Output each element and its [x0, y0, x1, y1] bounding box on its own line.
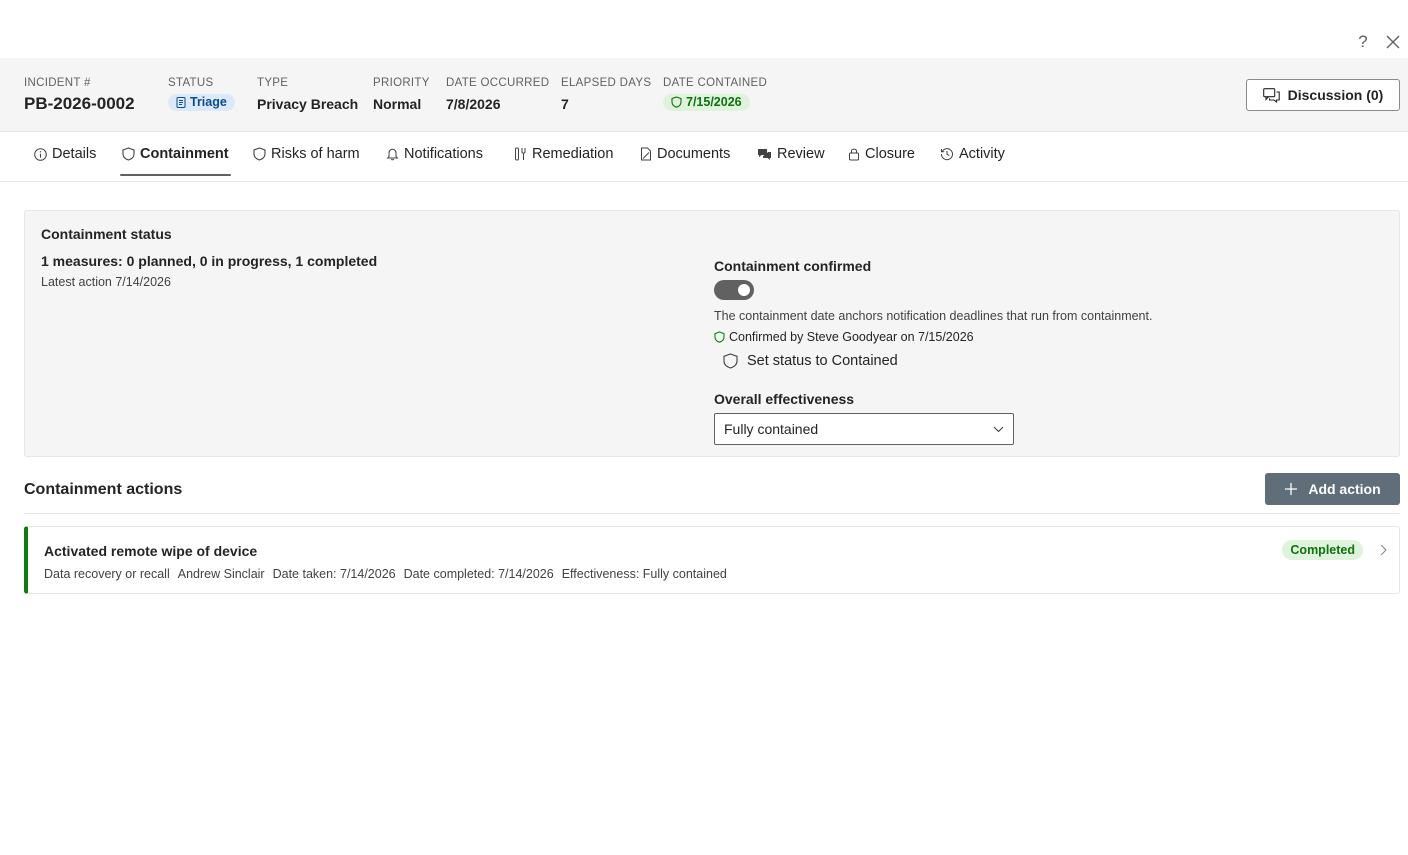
document-icon [641, 147, 651, 161]
tab-risks-of-harm[interactable]: Risks of harm [253, 132, 360, 176]
action-title: Activated remote wipe of device [44, 543, 258, 559]
date-contained-badge: 7/15/2026 [663, 94, 750, 111]
type-value: Privacy Breach [257, 96, 359, 112]
type-label: Type [257, 77, 289, 89]
tab-label: Containment [140, 146, 229, 162]
elapsed-days-value: 7 [561, 96, 569, 112]
overall-effectiveness-value: Fully contained [724, 421, 819, 437]
containment-status-card: Containment status 1 measures: 0 planned… [24, 210, 1400, 457]
status-label: Status [168, 77, 214, 89]
bell-icon [386, 148, 399, 161]
action-owner: Andrew Sinclair [177, 567, 265, 581]
incident-number-field: Incident # PB-2026-0002 [24, 76, 135, 113]
date-occurred-value: 7/8/2026 [446, 96, 501, 112]
incident-number-value: PB-2026-0002 [24, 94, 135, 113]
history-icon [940, 148, 953, 161]
chevron-right-icon[interactable] [1380, 543, 1387, 561]
latest-action-text: Latest action 7/14/2026 [41, 275, 171, 289]
shield-icon [253, 147, 266, 161]
incident-header: Incident # PB-2026-0002 Status Triage Ty… [0, 58, 1408, 132]
status-value: Triage [190, 95, 227, 109]
shield-icon [671, 96, 682, 108]
clipboard-icon [176, 97, 186, 108]
tab-review[interactable]: Review [757, 132, 825, 176]
containment-confirmed-toggle[interactable] [714, 280, 754, 300]
dialog-topbar: ? [0, 0, 1408, 58]
containment-date-note: The containment date anchors notificatio… [714, 309, 1153, 323]
overall-effectiveness-label: Overall effectiveness [714, 391, 855, 407]
add-action-button[interactable]: Add action [1265, 473, 1400, 505]
toggle-knob [738, 284, 750, 296]
tab-label: Closure [865, 146, 915, 162]
shield-icon [723, 353, 738, 369]
priority-value: Normal [373, 96, 422, 112]
help-icon[interactable]: ? [1353, 32, 1373, 52]
lock-icon [849, 148, 859, 161]
tab-closure[interactable]: Closure [848, 132, 915, 176]
shield-icon [122, 147, 135, 161]
tab-label: Details [52, 146, 97, 162]
containment-actions-title: Containment actions [24, 481, 183, 498]
set-status-label: Set status to Contained [747, 353, 898, 369]
confirmed-by-label: Confirmed by Steve Goodyear on 7/15/2026 [729, 330, 974, 344]
containment-action-row[interactable]: Activated remote wipe of device Data rec… [24, 526, 1400, 594]
chat-icon [1262, 87, 1280, 103]
tab-label: Risks of harm [271, 146, 360, 162]
tab-details[interactable]: Details [34, 132, 96, 176]
date-occurred-field: Date occurred 7/8/2026 [446, 76, 549, 113]
elapsed-days-label: Elapsed days [561, 77, 652, 89]
plus-icon [1285, 483, 1298, 495]
action-date-taken: Date taken: 7/14/2026 [272, 567, 396, 581]
tab-label: Activity [959, 146, 1005, 162]
set-status-contained-button[interactable]: Set status to Contained [723, 353, 898, 369]
action-category: Data recovery or recall [44, 567, 170, 581]
tools-icon [515, 147, 526, 161]
tab-bar: Details Containment Risks of harm Notifi… [0, 132, 1408, 182]
action-date-completed: Date completed: 7/14/2026 [403, 567, 554, 581]
tab-remediation[interactable]: Remediation [514, 132, 613, 176]
tab-notifications[interactable]: Notifications [386, 132, 483, 176]
tab-label: Remediation [532, 146, 614, 162]
type-field: Type Privacy Breach [257, 76, 358, 113]
close-icon[interactable] [1383, 32, 1403, 52]
tab-activity[interactable]: Activity [940, 132, 1005, 176]
overall-effectiveness-select[interactable]: Fully contained [714, 413, 1014, 445]
priority-field: Priority Normal [373, 76, 430, 113]
add-action-label: Add action [1308, 481, 1381, 497]
elapsed-days-field: Elapsed days 7 [561, 76, 651, 113]
tab-documents[interactable]: Documents [640, 132, 730, 176]
status-badge: Triage [168, 94, 235, 111]
confirmed-by-text: Confirmed by Steve Goodyear on 7/15/2026 [714, 330, 974, 344]
tab-label: Documents [657, 146, 731, 162]
discussion-button[interactable]: Discussion (0) [1246, 79, 1400, 111]
date-contained-label: Date contained [663, 77, 768, 89]
info-icon [34, 147, 47, 161]
containment-status-title: Containment status [41, 226, 172, 242]
date-contained-value: 7/15/2026 [686, 95, 742, 109]
action-effectiveness: Effectiveness: Fully contained [561, 567, 727, 581]
priority-label: Priority [373, 77, 430, 89]
shield-icon [714, 331, 725, 343]
action-status-badge: Completed [1282, 540, 1363, 560]
date-contained-field: Date contained 7/15/2026 [663, 76, 767, 113]
tab-containment[interactable]: Containment [120, 132, 231, 176]
section-divider [24, 513, 1400, 514]
chat-icon [758, 148, 771, 160]
measures-summary: 1 measures: 0 planned, 0 in progress, 1 … [41, 253, 378, 269]
action-meta: Data recovery or recall Andrew Sinclair … [44, 567, 727, 581]
tab-label: Notifications [404, 146, 483, 162]
containment-confirmed-label: Containment confirmed [714, 258, 872, 274]
date-occurred-label: Date occurred [446, 77, 550, 89]
incident-number-label: Incident # [24, 77, 91, 89]
tab-label: Review [777, 146, 825, 162]
status-field: Status Triage [168, 76, 235, 113]
chevron-down-icon [993, 426, 1004, 432]
discussion-label: Discussion (0) [1287, 87, 1384, 103]
